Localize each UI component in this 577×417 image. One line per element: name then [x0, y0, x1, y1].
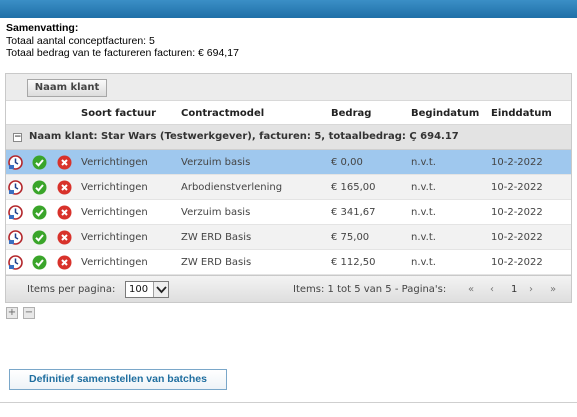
expand-all-button[interactable]: +	[6, 307, 18, 319]
table-row[interactable]: Verrichtingen Verzuim basis € 341,67 n.v.t.…	[6, 200, 571, 225]
cell-begindatum: n.v.t.	[411, 232, 436, 243]
summary-block: Samenvatting: Totaal aantal conceptfactu…	[6, 22, 239, 60]
cell-contractmodel: ZW ERD Basis	[181, 257, 252, 268]
approve-icon[interactable]	[32, 205, 47, 220]
group-row-label: Naam klant: Star Wars (Testwerkgever), f…	[29, 131, 459, 142]
cell-bedrag: € 75,00	[331, 232, 370, 243]
approve-icon[interactable]	[32, 180, 47, 195]
table-row[interactable]: Verrichtingen ZW ERD Basis € 75,00 n.v.t. 10…	[6, 225, 571, 250]
finalize-batches-button[interactable]: Definitief samenstellen van batches	[9, 369, 227, 390]
clock-icon[interactable]	[8, 180, 23, 195]
column-headers: Soort factuur Contractmodel Bedrag Begin…	[6, 101, 571, 125]
cell-soort-factuur: Verrichtingen	[81, 232, 148, 243]
cell-contractmodel: Arbodienstverlening	[181, 182, 283, 193]
page-size-select[interactable]: 100	[125, 281, 169, 298]
delete-icon[interactable]	[57, 230, 72, 245]
cell-soort-factuur: Verrichtingen	[81, 157, 148, 168]
table-row[interactable]: Verrichtingen ZW ERD Basis € 112,50 n.v.t. 1…	[6, 250, 571, 275]
collapse-all-button[interactable]: −	[23, 307, 35, 319]
bottom-divider	[0, 402, 577, 403]
cell-einddatum: 10-2-2022	[491, 182, 543, 193]
delete-icon[interactable]	[57, 205, 72, 220]
collapse-group-icon[interactable]: −	[13, 133, 22, 142]
page-size-value: 100	[129, 284, 149, 295]
first-page-icon[interactable]: «	[468, 284, 474, 295]
cell-bedrag: € 112,50	[331, 257, 376, 268]
summary-title: Samenvatting:	[6, 22, 79, 34]
group-row: − Naam klant: Star Wars (Testwerkgever),…	[6, 125, 571, 150]
top-banner	[0, 0, 577, 18]
clock-icon[interactable]	[8, 255, 23, 270]
cell-begindatum: n.v.t.	[411, 257, 436, 268]
cell-soort-factuur: Verrichtingen	[81, 182, 148, 193]
cell-contractmodel: Verzuim basis	[181, 157, 251, 168]
group-panel: Naam klant	[6, 74, 571, 101]
prev-page-icon[interactable]: ‹	[490, 284, 494, 295]
cell-begindatum: n.v.t.	[411, 157, 436, 168]
pager: Items per pagina: 100 Items: 1 tot 5 van…	[6, 275, 571, 302]
col-header-einddatum[interactable]: Einddatum	[491, 108, 552, 119]
next-page-icon[interactable]: ›	[529, 284, 533, 295]
clock-icon[interactable]	[8, 205, 23, 220]
summary-total-amount: Totaal bedrag van te factureren facturen…	[6, 47, 239, 59]
grid-rows: Verrichtingen Verzuim basis € 0,00 n.v.t. 10…	[6, 150, 571, 275]
approve-icon[interactable]	[32, 230, 47, 245]
items-info: Items: 1 tot 5 van 5 - Pagina's:	[293, 284, 447, 295]
last-page-icon[interactable]: »	[550, 284, 556, 295]
cell-begindatum: n.v.t.	[411, 207, 436, 218]
cell-contractmodel: Verzuim basis	[181, 207, 251, 218]
current-page[interactable]: 1	[511, 284, 517, 295]
table-row[interactable]: Verrichtingen Verzuim basis € 0,00 n.v.t. 10…	[6, 150, 571, 175]
delete-icon[interactable]	[57, 255, 72, 270]
group-chip-naam-klant[interactable]: Naam klant	[27, 79, 107, 97]
cell-soort-factuur: Verrichtingen	[81, 207, 148, 218]
col-header-begindatum[interactable]: Begindatum	[411, 108, 479, 119]
col-header-contractmodel[interactable]: Contractmodel	[181, 108, 264, 119]
cell-bedrag: € 341,67	[331, 207, 376, 218]
cell-bedrag: € 0,00	[331, 157, 363, 168]
approve-icon[interactable]	[32, 155, 47, 170]
approve-icon[interactable]	[32, 255, 47, 270]
delete-icon[interactable]	[57, 180, 72, 195]
invoice-grid: Naam klant Soort factuur Contractmodel B…	[5, 73, 572, 303]
cell-einddatum: 10-2-2022	[491, 232, 543, 243]
cell-bedrag: € 165,00	[331, 182, 376, 193]
cell-einddatum: 10-2-2022	[491, 257, 543, 268]
cell-soort-factuur: Verrichtingen	[81, 257, 148, 268]
table-row[interactable]: Verrichtingen Arbodienstverlening € 165,00…	[6, 175, 571, 200]
cell-contractmodel: ZW ERD Basis	[181, 232, 252, 243]
col-header-bedrag[interactable]: Bedrag	[331, 108, 371, 119]
summary-total-concepts: Totaal aantal conceptfacturen: 5	[6, 34, 155, 47]
clock-icon[interactable]	[8, 155, 23, 170]
items-per-page-label: Items per pagina:	[27, 284, 116, 295]
cell-einddatum: 10-2-2022	[491, 207, 543, 218]
delete-icon[interactable]	[57, 155, 72, 170]
chevron-down-icon[interactable]	[153, 282, 168, 297]
clock-icon[interactable]	[8, 230, 23, 245]
cell-einddatum: 10-2-2022	[491, 157, 543, 168]
cell-begindatum: n.v.t.	[411, 182, 436, 193]
col-header-soort-factuur[interactable]: Soort factuur	[81, 108, 156, 119]
